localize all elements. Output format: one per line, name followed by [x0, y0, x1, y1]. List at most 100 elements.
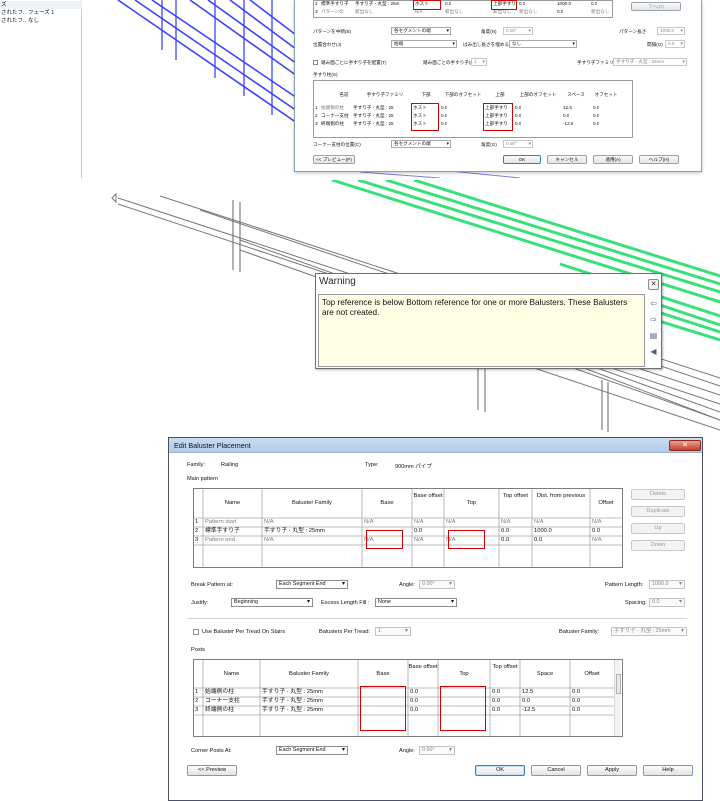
- arrow-right-icon[interactable]: ⇨: [648, 314, 659, 325]
- jp-corner-select[interactable]: 各セグメントの端: [391, 140, 451, 148]
- jp-per-tread-checkbox[interactable]: [313, 60, 318, 65]
- spacing-field[interactable]: 0.0: [649, 598, 685, 607]
- table-cell[interactable]: N/A: [414, 536, 424, 545]
- jp-main-cell[interactable]: 新出なし: [355, 9, 373, 15]
- jp-down-button[interactable]: 下へ(O): [631, 2, 681, 11]
- cancel-button[interactable]: Cancel: [531, 765, 581, 776]
- jp-cancel-button[interactable]: キャンセル: [547, 155, 587, 164]
- table-cell[interactable]: 0.0: [410, 706, 418, 715]
- table-cell[interactable]: 標準手すり子: [205, 527, 240, 536]
- apply-button[interactable]: Apply: [587, 765, 637, 776]
- table-cell[interactable]: 12.5: [522, 688, 533, 697]
- jp-preview-button[interactable]: << プレビュー(P): [313, 155, 355, 164]
- jp-main-cell[interactable]: 0.0: [519, 1, 525, 7]
- table-cell[interactable]: 0.0: [492, 706, 500, 715]
- posts-scrollbar[interactable]: [614, 660, 621, 736]
- jp-main-cell[interactable]: パターンの: [321, 9, 355, 15]
- expand-icon[interactable]: ▤: [648, 330, 659, 341]
- jp-post-cell[interactable]: 0.0: [593, 121, 599, 127]
- jp-post-cell[interactable]: -12.5: [563, 121, 573, 127]
- table-cell[interactable]: N/A: [264, 518, 274, 527]
- table-cell[interactable]: 手すり子 - 丸型 : 25mm: [264, 527, 325, 536]
- property-row[interactable]: されたフ... フェーズ 1: [0, 9, 82, 17]
- jp-pattern-length-field[interactable]: 1000.0: [657, 27, 685, 35]
- jp-main-cell[interactable]: 新出なし: [445, 9, 463, 15]
- jp-apply-button[interactable]: 適用(A): [593, 155, 633, 164]
- jp-post-cell[interactable]: 0.0: [441, 113, 447, 119]
- jp-corner-angle-field[interactable]: 0.00°: [503, 140, 533, 148]
- close-icon[interactable]: ✕: [669, 440, 701, 451]
- jp-post-cell[interactable]: 手すり子 - 丸型 : 25: [353, 121, 409, 127]
- jp-main-cell[interactable]: 0.0: [557, 9, 563, 15]
- jp-post-cell[interactable]: 0.0: [515, 121, 521, 127]
- table-cell[interactable]: 0.0: [410, 688, 418, 697]
- close-icon[interactable]: ✕: [648, 279, 659, 290]
- table-cell[interactable]: N/A: [534, 518, 544, 527]
- jp-main-cell[interactable]: 手すり子 - 丸型 : 25m: [355, 1, 405, 7]
- arrow-left-icon[interactable]: ⇦: [648, 298, 659, 309]
- jp-post-cell[interactable]: コーナー支柱: [321, 113, 351, 119]
- table-cell[interactable]: 0.0: [501, 536, 509, 545]
- table-cell[interactable]: N/A: [364, 518, 374, 527]
- table-cell[interactable]: 0.0: [572, 688, 580, 697]
- table-cell[interactable]: 0.0: [572, 697, 580, 706]
- table-cell[interactable]: N/A: [414, 518, 424, 527]
- table-cell[interactable]: -12.5: [522, 706, 535, 715]
- jp-excess-select[interactable]: なし: [509, 40, 577, 48]
- table-cell[interactable]: 1000.0: [534, 527, 552, 536]
- jp-ok-button[interactable]: OK: [503, 155, 541, 164]
- table-cell[interactable]: 手すり子 - 丸型 : 25mm: [262, 706, 323, 715]
- ok-button[interactable]: OK: [475, 765, 525, 776]
- table-cell[interactable]: N/A: [501, 518, 511, 527]
- jp-main-cell[interactable]: 0.0: [445, 1, 451, 7]
- table-cell[interactable]: N/A: [264, 536, 274, 545]
- table-cell[interactable]: 終端側の柱: [205, 706, 234, 715]
- baluster-family-select[interactable]: 手すり子 - 丸型 : 25mm: [611, 627, 687, 636]
- jp-justify-select[interactable]: 始端: [391, 40, 457, 48]
- table-cell[interactable]: 0.0: [501, 527, 509, 536]
- jp-break-pattern-select[interactable]: 各セグメントの端: [391, 27, 451, 35]
- jp-post-cell[interactable]: 手すり子 - 丸型 : 25: [353, 105, 409, 111]
- table-cell[interactable]: 0.0: [414, 527, 422, 536]
- jp-per-tread-field[interactable]: 1: [471, 58, 487, 66]
- table-cell[interactable]: 0.0: [492, 688, 500, 697]
- jp-post-cell[interactable]: 始端側の柱: [321, 105, 351, 111]
- table-cell[interactable]: 手すり子 - 丸型 : 25mm: [262, 688, 323, 697]
- corner-posts-select[interactable]: Each Segment End: [276, 746, 348, 755]
- corner-angle-field[interactable]: 0.00°: [419, 746, 455, 755]
- table-cell[interactable]: 始端側の柱: [205, 688, 234, 697]
- justify-select[interactable]: Beginning: [231, 598, 313, 607]
- jp-main-cell[interactable]: 標準手すり子: [321, 1, 355, 7]
- jp-post-cell[interactable]: 0.0: [593, 105, 599, 111]
- table-cell[interactable]: コーナー支柱: [205, 697, 240, 706]
- balusters-per-tread-field[interactable]: 1: [375, 627, 411, 636]
- jp-help-button[interactable]: ヘルプ(H): [639, 155, 679, 164]
- table-cell[interactable]: 0.0: [534, 536, 542, 545]
- table-cell[interactable]: 0.0: [522, 697, 530, 706]
- jp-post-cell[interactable]: 0.0: [515, 105, 521, 111]
- table-cell[interactable]: 0.0: [592, 527, 600, 536]
- jp-post-cell[interactable]: 終端側の柱: [321, 121, 351, 127]
- jp-post-cell[interactable]: 0.0: [441, 105, 447, 111]
- table-cell[interactable]: 0.0: [572, 706, 580, 715]
- pattern-length-field[interactable]: 1000.0: [649, 580, 685, 589]
- jp-main-cell[interactable]: 新出なし: [591, 9, 609, 15]
- jp-main-cell[interactable]: 新出なし: [519, 9, 537, 15]
- duplicate-button[interactable]: Duplicate: [631, 506, 685, 517]
- excess-fill-select[interactable]: None: [375, 598, 457, 607]
- table-cell[interactable]: N/A: [592, 536, 602, 545]
- jp-post-cell[interactable]: 12.5: [563, 105, 572, 111]
- angle-field[interactable]: 0.00°: [419, 580, 455, 589]
- jp-post-cell[interactable]: 0.0: [563, 113, 569, 119]
- table-cell[interactable]: 0.0: [410, 697, 418, 706]
- jp-spacing-field[interactable]: 0.0: [665, 40, 685, 48]
- table-cell[interactable]: N/A: [592, 518, 602, 527]
- help-button[interactable]: Help: [643, 765, 693, 776]
- jp-main-cell[interactable]: 0.0: [591, 1, 597, 7]
- table-cell[interactable]: Pattern end: [205, 536, 235, 545]
- up-button[interactable]: Up: [631, 523, 685, 534]
- jp-post-cell[interactable]: 0.0: [593, 113, 599, 119]
- property-row[interactable]: されたフ... なし: [0, 17, 82, 25]
- jp-post-cell[interactable]: 手すり子 - 丸型 : 25: [353, 113, 409, 119]
- table-cell[interactable]: Pattern start: [205, 518, 237, 527]
